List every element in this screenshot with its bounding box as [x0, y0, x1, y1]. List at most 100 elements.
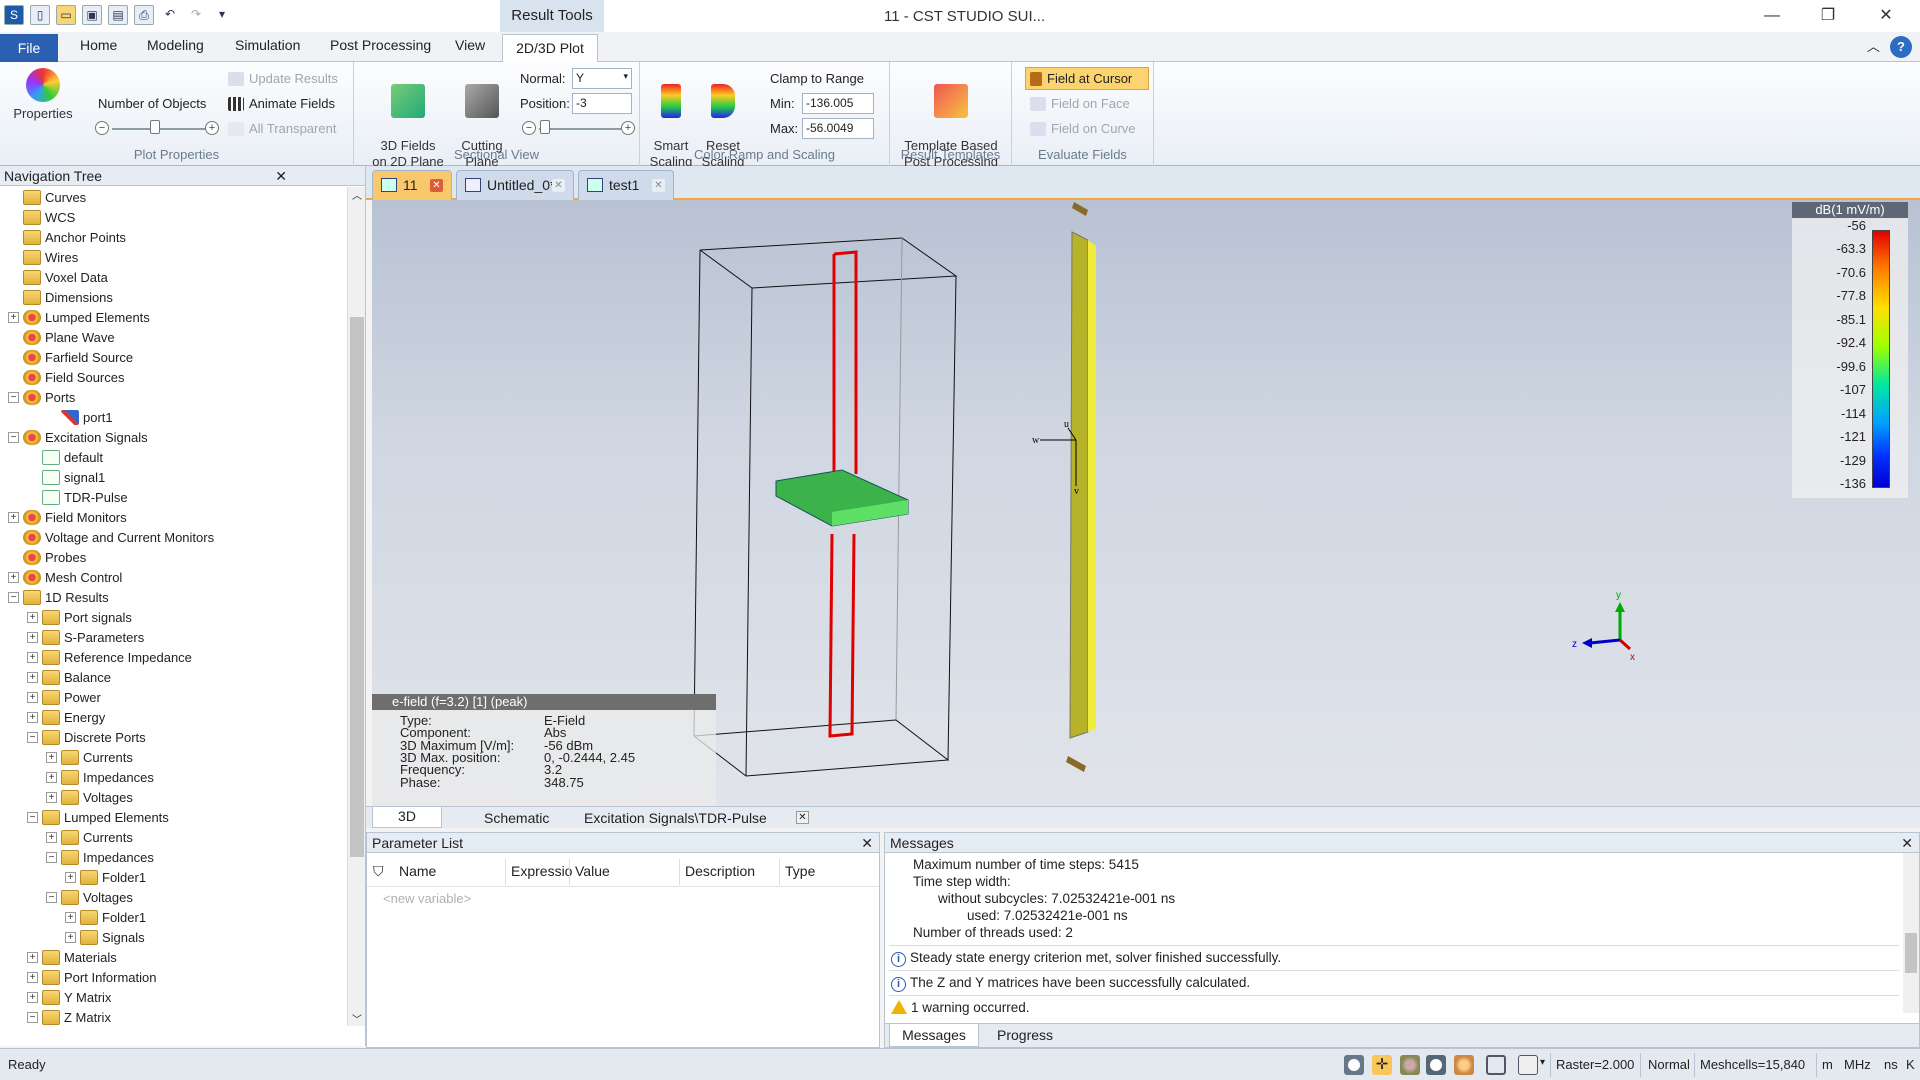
tree-item[interactable]: + Materials — [27, 947, 117, 967]
position-increase-icon[interactable]: + — [621, 121, 635, 135]
view-options-icon[interactable] — [1518, 1055, 1538, 1075]
spin-icon[interactable] — [1454, 1055, 1474, 1075]
restore-button[interactable]: ❐ — [1812, 4, 1844, 28]
tree-item[interactable]: + Currents — [46, 827, 133, 847]
min-input[interactable]: -136.005 — [802, 93, 874, 114]
tree-item[interactable]: Dimensions — [8, 287, 113, 307]
tree-item[interactable]: WCS — [8, 207, 75, 227]
unit-time[interactable]: ns — [1884, 1057, 1898, 1072]
3d-view[interactable]: u w v y z x dB(1 mV/m) -56 -63.3 -70.6 -77.… — [372, 200, 1920, 806]
column-expression[interactable]: Expressio — [511, 863, 572, 879]
objects-slider-thumb[interactable] — [150, 120, 160, 134]
expand-icon[interactable]: + — [8, 511, 19, 523]
collapse-icon[interactable]: − — [27, 1011, 38, 1023]
tab-file[interactable]: File — [0, 34, 58, 62]
expand-icon[interactable]: + — [46, 771, 57, 783]
objects-slider[interactable] — [112, 128, 208, 130]
tree-item[interactable]: signal1 — [27, 467, 105, 487]
reset-view-icon[interactable] — [1486, 1055, 1506, 1075]
tree-item[interactable]: + Y Matrix — [27, 987, 111, 1007]
tree-item[interactable]: − Discrete Ports — [27, 727, 146, 747]
close-icon[interactable]: ✕ — [1901, 833, 1913, 853]
doc-tab-11[interactable]: 11 ✕ — [372, 170, 452, 200]
nav-scroll-thumb[interactable] — [350, 317, 364, 857]
expand-icon[interactable]: + — [46, 751, 57, 763]
tree-item[interactable]: + Port signals — [27, 607, 132, 627]
tree-item[interactable]: default — [27, 447, 103, 467]
tree-item[interactable]: Farfield Source — [8, 347, 133, 367]
column-value[interactable]: Value — [575, 863, 610, 879]
expand-icon[interactable]: + — [27, 671, 38, 683]
expand-icon[interactable]: + — [46, 831, 57, 843]
tree-item[interactable]: Curves — [8, 187, 86, 207]
tree-item[interactable]: Wires — [8, 247, 78, 267]
tree-item[interactable]: + Reference Impedance — [27, 647, 192, 667]
field-at-cursor-button[interactable]: Field at Cursor — [1025, 67, 1149, 90]
tree-item[interactable]: − Excitation Signals — [8, 427, 148, 447]
pan-icon[interactable]: ✛ — [1372, 1055, 1392, 1075]
expand-icon[interactable]: + — [65, 931, 76, 943]
zoom-icon[interactable] — [1344, 1055, 1364, 1075]
column-type[interactable]: Type — [785, 863, 815, 879]
decrease-objects-icon[interactable]: − — [95, 121, 109, 135]
expand-icon[interactable]: + — [27, 691, 38, 703]
expand-icon[interactable]: + — [8, 311, 19, 323]
tab-home[interactable]: Home — [80, 37, 117, 53]
tree-item[interactable]: + Power — [27, 687, 101, 707]
messages-scroll-thumb[interactable] — [1905, 933, 1917, 973]
tree-item[interactable]: Field Sources — [8, 367, 124, 387]
tree-item[interactable]: + S-Parameters — [27, 627, 144, 647]
position-slider-thumb[interactable] — [540, 120, 550, 134]
expand-icon[interactable]: + — [46, 791, 57, 803]
unit-temperature[interactable]: K — [1906, 1057, 1915, 1072]
expand-icon[interactable]: + — [27, 991, 38, 1003]
animate-fields-button[interactable]: Animate Fields — [228, 96, 335, 111]
open-folder-icon[interactable]: ▭ — [56, 5, 76, 25]
tree-item[interactable]: + Balance — [27, 667, 111, 687]
properties-button[interactable]: Properties — [8, 68, 78, 122]
expand-icon[interactable]: + — [27, 651, 38, 663]
column-name[interactable]: Name — [399, 863, 436, 879]
increase-objects-icon[interactable]: + — [205, 121, 219, 135]
doc-tab-untitled[interactable]: Untitled_0* ✕ — [456, 170, 574, 200]
collapse-icon[interactable]: − — [46, 851, 57, 863]
tree-item[interactable]: + Mesh Control — [8, 567, 122, 587]
position-slider[interactable] — [539, 128, 621, 130]
close-tab-icon[interactable]: ✕ — [430, 179, 443, 192]
tree-item[interactable]: Voltage and Current Monitors — [8, 527, 214, 547]
zoom-in-icon[interactable] — [1426, 1055, 1446, 1075]
unit-length[interactable]: m — [1822, 1057, 1833, 1072]
mode-status[interactable]: Normal — [1648, 1057, 1690, 1072]
expand-icon[interactable]: + — [65, 871, 76, 883]
tab-view[interactable]: View — [455, 37, 485, 53]
raster-status[interactable]: Raster=2.000 — [1556, 1057, 1634, 1072]
tab-post-processing[interactable]: Post Processing — [330, 37, 431, 53]
position-input[interactable]: -3 — [572, 93, 632, 114]
tree-item[interactable]: − 1D Results — [8, 587, 109, 607]
expand-icon[interactable]: + — [27, 951, 38, 963]
tree-item[interactable]: Voxel Data — [8, 267, 108, 287]
undo-icon[interactable]: ↶ — [160, 5, 180, 25]
scroll-down-icon[interactable]: ﹀ — [352, 1011, 362, 1026]
expand-icon[interactable]: + — [65, 911, 76, 923]
expand-icon[interactable]: + — [27, 631, 38, 643]
tab-2d3d-plot[interactable]: 2D/3D Plot — [502, 34, 598, 63]
tree-item[interactable]: + Signals — [65, 927, 145, 947]
print-icon[interactable]: ⎙ — [134, 5, 154, 25]
scroll-up-icon[interactable]: ︿ — [352, 187, 362, 202]
filter-icon[interactable]: ⛉ — [373, 863, 384, 880]
new-variable-row[interactable]: <new variable> — [383, 891, 471, 906]
view-tab-excitation-signals[interactable]: Excitation Signals\TDR-Pulse — [584, 809, 767, 827]
close-icon[interactable]: ✕ — [861, 833, 873, 853]
expand-icon[interactable]: + — [8, 571, 19, 583]
tree-item[interactable]: + Energy — [27, 707, 105, 727]
collapse-icon[interactable]: − — [46, 891, 57, 903]
collapse-icon[interactable]: − — [27, 731, 38, 743]
collapse-icon[interactable]: − — [8, 591, 19, 603]
tree-item[interactable]: + Folder1 — [65, 907, 146, 927]
column-description[interactable]: Description — [685, 863, 755, 879]
customize-qat-icon[interactable]: ▾ — [212, 5, 232, 25]
view-tab-3d[interactable]: 3D — [372, 807, 442, 828]
tree-item[interactable]: Anchor Points — [8, 227, 126, 247]
collapse-icon[interactable]: − — [8, 431, 19, 443]
